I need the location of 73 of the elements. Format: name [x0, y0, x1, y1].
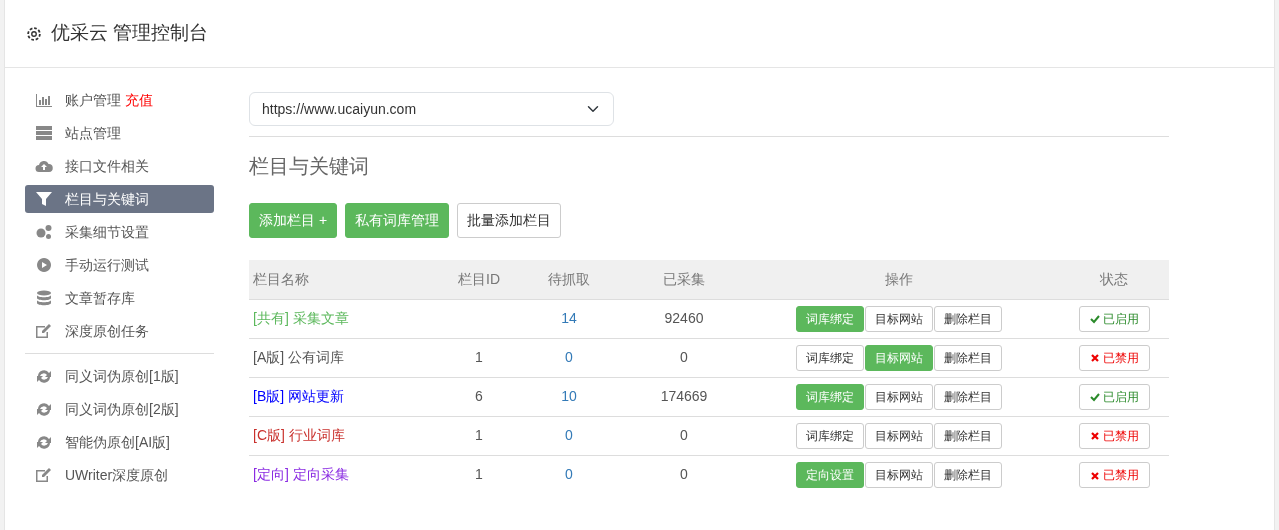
section-title: 栏目与关键词 — [249, 154, 370, 179]
table-cell: 1 — [475, 427, 483, 443]
row-action-button[interactable]: 目标网站 — [864, 422, 933, 449]
row-action-button[interactable]: 删除栏目 — [933, 383, 1002, 410]
row-action-button[interactable]: 目标网站 — [864, 461, 933, 488]
column-header: 状态 — [1059, 260, 1169, 299]
table-cell: 14 — [561, 310, 577, 326]
table-cell: 0 — [680, 349, 688, 365]
cross-icon — [1089, 431, 1100, 442]
column-header: 栏目名称 — [249, 260, 449, 299]
database-icon — [35, 290, 53, 306]
app-title: 优采云 管理控制台 — [51, 21, 209, 46]
table-cell: 0 — [565, 427, 573, 443]
status-toggle[interactable]: 已启用 — [1078, 383, 1150, 410]
refresh-icon — [35, 434, 53, 450]
row-action-button[interactable]: 词库绑定 — [795, 344, 864, 371]
edit-icon — [35, 467, 53, 483]
status-toggle[interactable]: 已禁用 — [1078, 344, 1150, 371]
table-cell: 6 — [475, 388, 483, 404]
sidebar-item[interactable]: 文章暂存库 — [25, 284, 214, 312]
column-header: 待抓取 — [509, 260, 629, 299]
server-icon — [35, 125, 53, 141]
sidebar-item[interactable]: 账户管理 充值 — [25, 86, 214, 114]
edit-icon — [35, 323, 53, 339]
check-icon — [1089, 314, 1100, 325]
table-cell: 0 — [565, 466, 573, 483]
column-name[interactable]: [C版] 行业词库 — [253, 427, 345, 443]
play-icon — [35, 257, 53, 273]
action-button[interactable]: 批量添加栏目 — [457, 203, 562, 238]
column-name[interactable]: [定向] 定向采集 — [253, 466, 349, 483]
sidebar-item[interactable]: 同义词伪原创[1版] — [25, 362, 214, 390]
refresh-icon — [35, 368, 53, 384]
row-action-button[interactable]: 目标网站 — [864, 305, 933, 332]
column-name[interactable]: [B版] 网站更新 — [253, 388, 344, 404]
row-action-button[interactable]: 词库绑定 — [795, 422, 864, 449]
site-select[interactable]: https://www.ucaiyun.com — [249, 92, 614, 126]
table-cell: 92460 — [664, 310, 704, 326]
sidebar-item[interactable]: 采集细节设置 — [25, 218, 214, 246]
chart-icon — [35, 92, 53, 108]
sidebar-item[interactable]: 接口文件相关 — [25, 152, 214, 180]
sidebar-item[interactable]: 站点管理 — [25, 119, 214, 147]
column-header: 栏目ID — [449, 260, 509, 299]
table-cell: 10 — [561, 388, 577, 404]
check-icon — [1089, 392, 1100, 403]
sidebar-item[interactable]: 智能伪原创[AI版] — [25, 428, 214, 456]
filter-icon — [35, 191, 53, 207]
table-cell: 174669 — [660, 388, 708, 404]
table-cell: 0 — [565, 349, 573, 365]
column-header: 已采集 — [629, 260, 739, 299]
row-action-button[interactable]: 删除栏目 — [933, 422, 1002, 449]
table-cell: 1 — [475, 466, 483, 483]
column-name[interactable]: [A版] 公有词库 — [253, 349, 344, 365]
sidebar-item[interactable]: 栏目与关键词 — [25, 185, 214, 213]
row-action-button[interactable]: 删除栏目 — [933, 344, 1002, 371]
refresh-icon — [35, 401, 53, 417]
sidebar-item[interactable]: 同义词伪原创[2版] — [25, 395, 214, 423]
column-header: 操作 — [739, 260, 1059, 299]
row-action-button[interactable]: 目标网站 — [864, 383, 933, 410]
sidebar-item[interactable]: 手动运行测试 — [25, 251, 214, 279]
sidebar-item[interactable]: UWriter深度原创 — [25, 461, 214, 489]
status-toggle[interactable]: 已启用 — [1078, 305, 1150, 332]
cross-icon — [1089, 353, 1100, 364]
status-toggle[interactable]: 已禁用 — [1078, 422, 1150, 449]
cross-icon — [1089, 470, 1100, 481]
table-cell: 1 — [475, 349, 483, 365]
row-action-button[interactable]: 删除栏目 — [933, 461, 1002, 488]
table-cell: 0 — [680, 466, 688, 483]
gear-icon — [25, 24, 43, 43]
cloud-icon — [35, 158, 53, 174]
status-toggle[interactable]: 已禁用 — [1078, 461, 1150, 488]
sidebar-item[interactable]: 深度原创任务 — [25, 317, 214, 345]
table-cell: 0 — [680, 427, 688, 443]
row-action-button[interactable]: 删除栏目 — [933, 305, 1002, 332]
